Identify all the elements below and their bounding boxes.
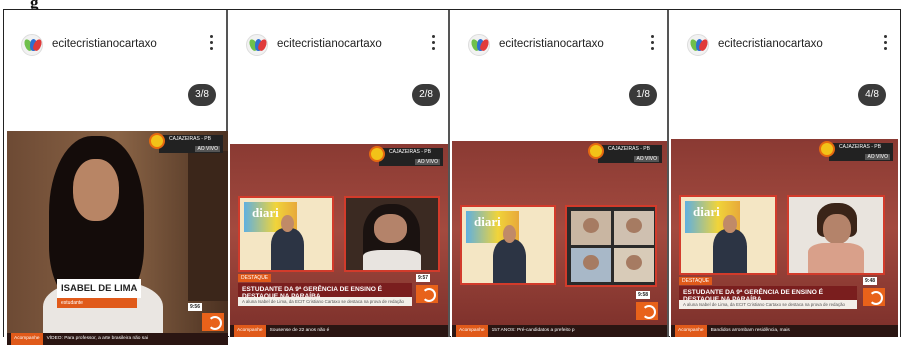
studio-window: diari xyxy=(460,205,556,285)
username[interactable]: ecitecristianocartaxo xyxy=(277,38,382,50)
slide-counter: 3/8 xyxy=(188,84,216,106)
more-vertical-icon[interactable] xyxy=(432,34,436,50)
guest-window xyxy=(787,195,885,275)
username[interactable]: ecitecristianocartaxo xyxy=(499,38,604,50)
clock: 9:56 xyxy=(187,303,202,311)
clock: 9:57 xyxy=(416,274,431,282)
slide-counter: 2/8 xyxy=(412,84,440,106)
more-vertical-icon[interactable] xyxy=(884,34,888,50)
news-ticker: Acompanhe VÍDEO: Para professor, a arte b… xyxy=(7,333,228,345)
more-vertical-icon[interactable] xyxy=(651,34,655,50)
headline-sub: A aluna Isabel de Lima, da ECIT Cristian… xyxy=(679,300,857,309)
post-image[interactable]: CAJAZEIRAS - PB AO VIVO ISABEL DE LIMA e… xyxy=(7,131,228,345)
news-ticker: Acompanhe 157 ANOS: Pré-candidatos a pref… xyxy=(452,325,667,337)
news-ticker: Acompanhe Bandidos arrombam residência, m… xyxy=(671,325,898,337)
school-logo-icon[interactable] xyxy=(687,34,710,56)
clock: 9:48 xyxy=(863,277,878,285)
post-image[interactable]: CAJAZEIRAS - PB AO VIVO diari DESTAQUE E… xyxy=(230,144,448,337)
studio-window: diari xyxy=(679,195,777,275)
highlight-tag: DESTAQUE xyxy=(679,277,713,285)
post-header: ecitecristianocartaxo xyxy=(670,32,900,62)
channel-logo: CAJAZEIRAS - PB AO VIVO xyxy=(369,146,443,166)
post-panel-4: ecitecristianocartaxo 4/8 CAJAZEIRAS - P… xyxy=(670,10,900,337)
post-panel-1: ecitecristianocartaxo 3/8 CAJAZEIRAS - P… xyxy=(4,10,228,345)
channel-logo: CAJAZEIRAS - PB AO VIVO xyxy=(588,143,662,163)
school-logo-icon[interactable] xyxy=(21,34,44,56)
post-panel-3: ecitecristianocartaxo 1/8 CAJAZEIRAS - P… xyxy=(451,10,669,337)
post-header: ecitecristianocartaxo xyxy=(451,32,667,62)
video-call-grid xyxy=(565,205,657,287)
slide-counter: 1/8 xyxy=(629,84,657,106)
highlight-tag: DESTAQUE xyxy=(238,274,272,282)
slide-counter: 4/8 xyxy=(858,84,886,106)
school-logo-icon[interactable] xyxy=(246,34,269,56)
post-image[interactable]: CAJAZEIRAS - PB AO VIVO diari DESTAQUE E… xyxy=(671,139,898,337)
headline-sub: A aluna Isabel de Lima, da ECIT Cristian… xyxy=(238,297,412,306)
post-image[interactable]: CAJAZEIRAS - PB AO VIVO diari 9:58 Acomp… xyxy=(452,141,667,337)
lower-third-name: ISABEL DE LIMA xyxy=(57,279,141,298)
channel-logo: CAJAZEIRAS - PB AO VIVO xyxy=(149,133,223,153)
post-header: ecitecristianocartaxo xyxy=(229,32,448,62)
clock: 9:58 xyxy=(636,291,651,299)
post-panel-2: ecitecristianocartaxo 2/8 CAJAZEIRAS - P… xyxy=(229,10,450,337)
channel-swirl-icon xyxy=(202,313,224,331)
username[interactable]: ecitecristianocartaxo xyxy=(52,38,157,50)
channel-swirl-icon xyxy=(636,302,658,320)
more-vertical-icon[interactable] xyxy=(210,34,214,50)
studio-window: diari xyxy=(238,196,334,272)
news-ticker: Acompanhe Sousense de 22 anos não é xyxy=(230,325,448,337)
guest-window xyxy=(344,196,440,272)
channel-swirl-icon xyxy=(416,285,438,303)
school-logo-icon[interactable] xyxy=(468,34,491,56)
post-header: ecitecristianocartaxo xyxy=(4,32,226,62)
username[interactable]: ecitecristianocartaxo xyxy=(718,38,823,50)
lower-third-role: estudante xyxy=(57,298,137,308)
channel-logo: CAJAZEIRAS - PB AO VIVO xyxy=(819,141,893,161)
channel-swirl-icon xyxy=(863,288,885,306)
